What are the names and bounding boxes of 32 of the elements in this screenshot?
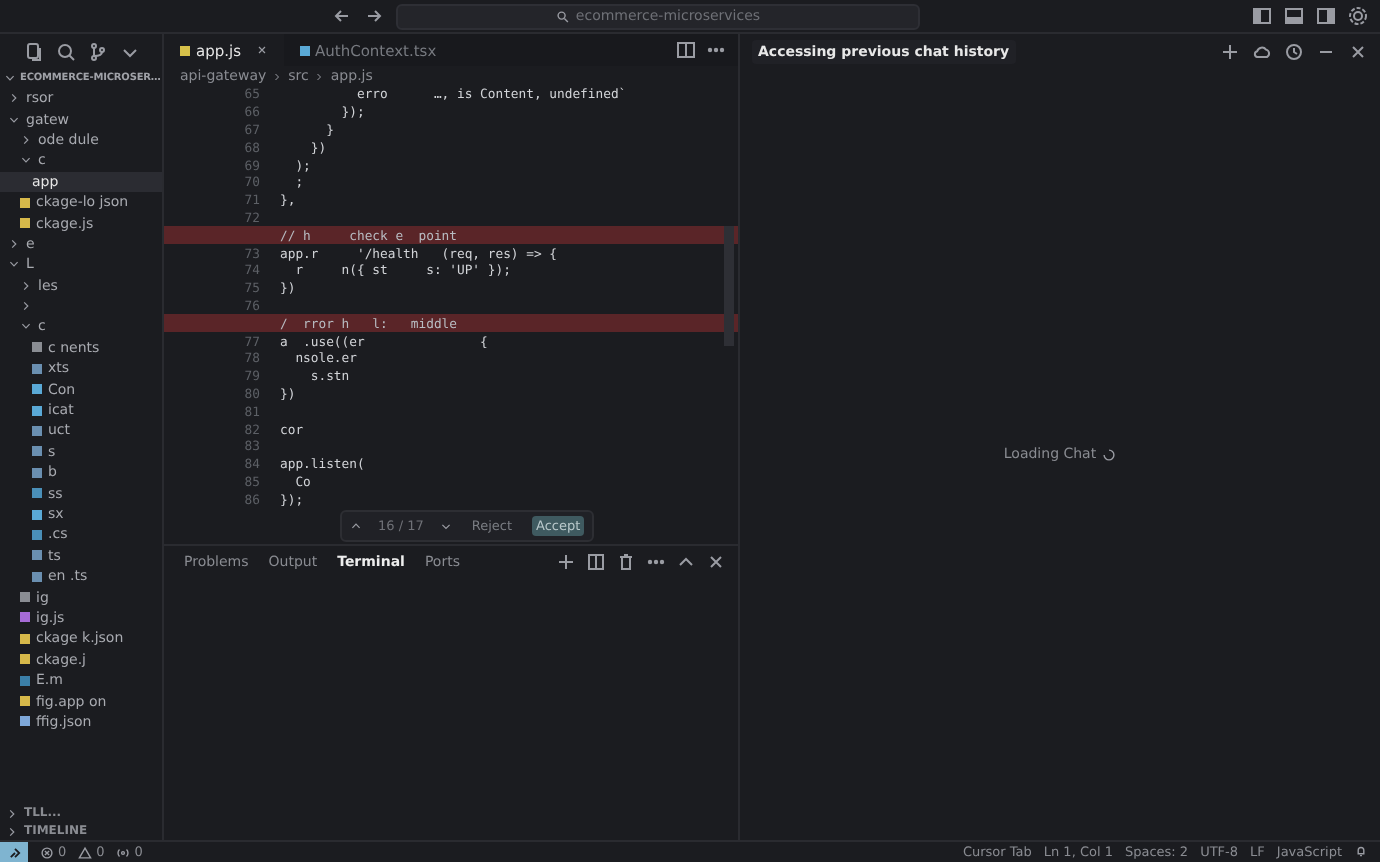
files-icon[interactable]	[24, 41, 44, 61]
history-icon[interactable]	[1284, 41, 1304, 61]
chevron-icon	[272, 71, 283, 81]
broadcast-icon	[116, 845, 131, 859]
close-icon[interactable]	[706, 552, 726, 572]
spinner-icon	[1102, 447, 1117, 461]
search-icon	[555, 9, 570, 23]
scrollbar[interactable]	[724, 226, 734, 346]
left-sidebar-icon[interactable]	[1252, 6, 1272, 26]
split-editor-icon[interactable]	[676, 40, 696, 60]
trash-icon[interactable]	[616, 552, 636, 572]
chevron-up-icon[interactable]	[350, 520, 362, 532]
remote-button[interactable]	[0, 842, 28, 862]
back-icon[interactable]	[332, 6, 352, 26]
forward-icon[interactable]	[364, 6, 384, 26]
bottom-panel-icon[interactable]	[1284, 6, 1304, 26]
plus-icon[interactable]	[556, 552, 576, 572]
remote-icon	[7, 845, 21, 859]
error-icon	[40, 845, 54, 859]
right-sidebar-icon[interactable]	[1316, 6, 1336, 26]
split-icon[interactable]	[586, 552, 606, 572]
cloud-icon[interactable]	[1252, 41, 1272, 61]
bell-icon[interactable]	[1354, 843, 1368, 857]
close-icon[interactable]	[1348, 41, 1368, 61]
source-control-icon[interactable]	[88, 41, 108, 61]
search-icon[interactable]	[56, 41, 76, 61]
settings-icon[interactable]	[1348, 6, 1368, 26]
close-icon[interactable]	[255, 43, 267, 55]
warning-icon	[78, 845, 93, 859]
chevron-icon	[314, 71, 325, 81]
plus-icon[interactable]	[1220, 41, 1240, 61]
chevron-down-icon[interactable]	[439, 520, 452, 532]
